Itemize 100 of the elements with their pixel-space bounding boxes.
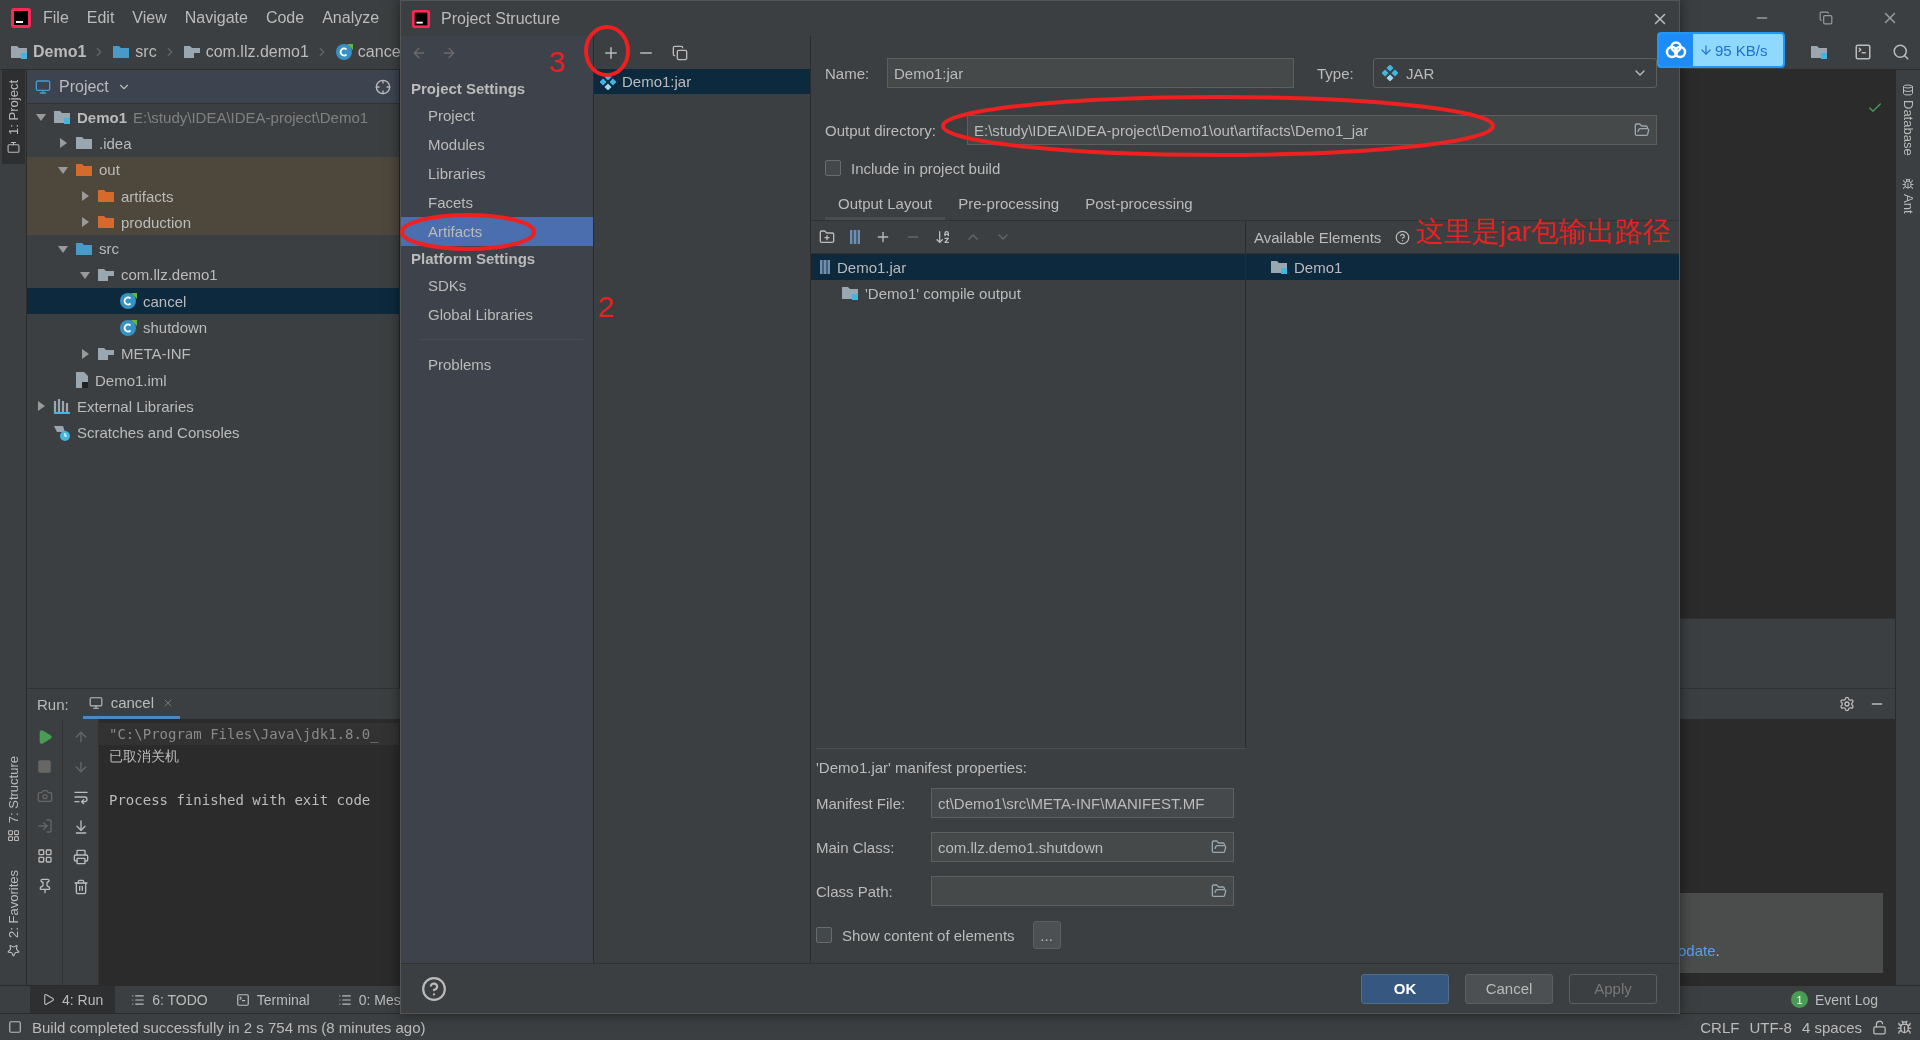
- tree-item[interactable]: Demo1.iml: [27, 366, 399, 394]
- help-icon[interactable]: [1395, 229, 1411, 245]
- tree-item[interactable]: src: [27, 235, 399, 262]
- tree-item[interactable]: shutdown: [27, 314, 399, 341]
- terminal-icon[interactable]: [1854, 43, 1872, 61]
- nav-item[interactable]: Facets: [401, 188, 593, 217]
- tree-label: cancel: [143, 292, 187, 310]
- tool-window-tab[interactable]: 0: Mes: [325, 985, 413, 1014]
- menu-item[interactable]: File: [36, 8, 76, 27]
- nav-item[interactable]: Problems: [401, 350, 593, 379]
- event-log-tab[interactable]: 1 Event Log: [1778, 985, 1890, 1014]
- tool-window-tab[interactable]: Ant: [1900, 177, 1916, 214]
- lock-icon[interactable]: [1872, 1019, 1887, 1035]
- tool-window-tab[interactable]: Terminal: [223, 985, 322, 1014]
- browse-icon[interactable]: [1634, 122, 1650, 138]
- show-content-checkbox[interactable]: Show content of elements: [816, 926, 1015, 944]
- breadcrumb-item[interactable]: Demo1: [10, 43, 87, 61]
- manifest-field[interactable]: [931, 876, 1234, 906]
- menu-item[interactable]: Edit: [79, 8, 122, 27]
- status-item[interactable]: 4 spaces: [1801, 1018, 1862, 1036]
- tool-window-tab[interactable]: Database: [1900, 84, 1916, 156]
- inspector-icon[interactable]: [1897, 1019, 1912, 1035]
- tree-item[interactable]: .idea: [27, 130, 399, 157]
- print-icon[interactable]: [72, 849, 89, 865]
- console-line: 已取消关机: [108, 747, 180, 766]
- more-button[interactable]: ...: [1032, 921, 1061, 949]
- manifest-field[interactable]: com.llz.demo1.shutdown: [931, 832, 1234, 862]
- tree-item[interactable]: production: [27, 209, 399, 236]
- tool-window-tab[interactable]: 1: Project: [1, 70, 25, 164]
- layout-tree-item[interactable]: 'Demo1' compile output: [811, 280, 1245, 306]
- tree-item[interactable]: artifacts: [27, 182, 399, 210]
- update-link[interactable]: odate: [1678, 942, 1716, 959]
- annotation-ellipse: [584, 25, 630, 77]
- layout-icon[interactable]: [36, 848, 53, 864]
- database-icon: [1902, 84, 1914, 96]
- nav-item[interactable]: Project: [401, 101, 593, 130]
- collapsed-arrow-icon[interactable]: [57, 137, 69, 150]
- tool-window-tab[interactable]: 4: Run: [30, 985, 116, 1014]
- browse-icon[interactable]: [1211, 839, 1227, 855]
- window-icon: [6, 140, 20, 154]
- available-element-item[interactable]: Demo1: [1246, 254, 1679, 280]
- tree-item[interactable]: META-INF: [27, 340, 399, 367]
- breadcrumb-item[interactable]: src: [112, 43, 157, 61]
- locate-icon[interactable]: [375, 78, 391, 95]
- tool-window-tab[interactable]: 6: TODO: [119, 985, 220, 1014]
- dialog-title: Project Structure: [441, 9, 561, 28]
- help-icon[interactable]: [421, 975, 447, 1002]
- collapsed-arrow-icon[interactable]: [79, 216, 91, 229]
- collapsed-arrow-icon[interactable]: [79, 347, 91, 360]
- nav-item[interactable]: Global Libraries: [401, 300, 593, 329]
- tree-item[interactable]: Demo1 E:\study\IDEA\IDEA-project\Demo1: [27, 104, 399, 131]
- nav-item[interactable]: SDKs: [401, 271, 593, 300]
- sort-icon[interactable]: [935, 229, 951, 245]
- tree-item[interactable]: cancel: [27, 288, 399, 315]
- wrap-icon[interactable]: [72, 789, 89, 805]
- panel-title[interactable]: Project: [59, 77, 109, 96]
- tree-label: External Libraries: [77, 397, 194, 415]
- layout-tab[interactable]: Post-processing: [1072, 189, 1206, 220]
- search-icon[interactable]: [1892, 43, 1910, 61]
- tool-window-tab[interactable]: 7: Structure: [1, 745, 25, 853]
- trash-icon[interactable]: [72, 879, 89, 895]
- folder-icon: [97, 214, 115, 231]
- output-directory-field[interactable]: E:\study\IDEA\IDEA-project\Demo1\out\artifacts\Demo1_jar: [967, 115, 1657, 145]
- collapsed-arrow-icon[interactable]: [79, 190, 91, 203]
- status-item[interactable]: UTF-8: [1749, 1018, 1792, 1036]
- add-icon[interactable]: [875, 229, 891, 245]
- copy-icon[interactable]: [672, 44, 688, 61]
- tree-item[interactable]: com.llz.demo1: [27, 261, 399, 289]
- menu-item[interactable]: Analyze: [315, 8, 387, 27]
- tree-label: Scratches and Consoles: [77, 424, 240, 442]
- tree-item[interactable]: External Libraries: [27, 393, 399, 420]
- menu-item[interactable]: Navigate: [177, 8, 255, 27]
- browse-icon[interactable]: [1211, 883, 1227, 899]
- step-number: 2: [598, 292, 615, 322]
- tool-window-tab[interactable]: 2: Favorites: [1, 860, 25, 967]
- status-message: Build completed successfully in 2 s 754 ms (8 minutes ago): [32, 1018, 426, 1036]
- folder-icon[interactable]: [1810, 44, 1828, 60]
- layout-tab[interactable]: Pre-processing: [945, 189, 1073, 220]
- collapsed-arrow-icon[interactable]: [35, 400, 47, 413]
- tree-item[interactable]: Scratches and Consoles: [27, 419, 399, 446]
- jar-icon[interactable]: [849, 229, 861, 245]
- menu-item[interactable]: View: [125, 8, 174, 27]
- new-folder-icon[interactable]: [819, 229, 835, 245]
- manifest-field[interactable]: ct\Demo1\src\META-INF\MANIFEST.MF: [931, 788, 1234, 818]
- name-field[interactable]: Demo1:jar: [887, 58, 1294, 88]
- step-number: 3: [549, 47, 566, 77]
- ok-button[interactable]: OK: [1361, 973, 1449, 1004]
- include-checkbox[interactable]: Include in project build: [825, 159, 1001, 177]
- artifact-item[interactable]: Demo1:jar: [594, 69, 810, 94]
- type-dropdown[interactable]: JAR: [1373, 58, 1657, 88]
- nav-item[interactable]: Libraries: [401, 159, 593, 188]
- tree-label: Demo1.iml: [95, 371, 167, 389]
- nav-item[interactable]: Modules: [401, 130, 593, 159]
- breadcrumb-item[interactable]: com.llz.demo1: [182, 43, 309, 61]
- status-item[interactable]: CRLF: [1700, 1018, 1740, 1036]
- dialog-button[interactable]: Cancel: [1465, 973, 1553, 1004]
- settings-icon[interactable]: [1839, 696, 1855, 712]
- layout-tree-item[interactable]: Demo1.jar: [811, 254, 1245, 280]
- menu-item[interactable]: Code: [258, 8, 312, 27]
- tree-item[interactable]: out: [27, 156, 399, 183]
